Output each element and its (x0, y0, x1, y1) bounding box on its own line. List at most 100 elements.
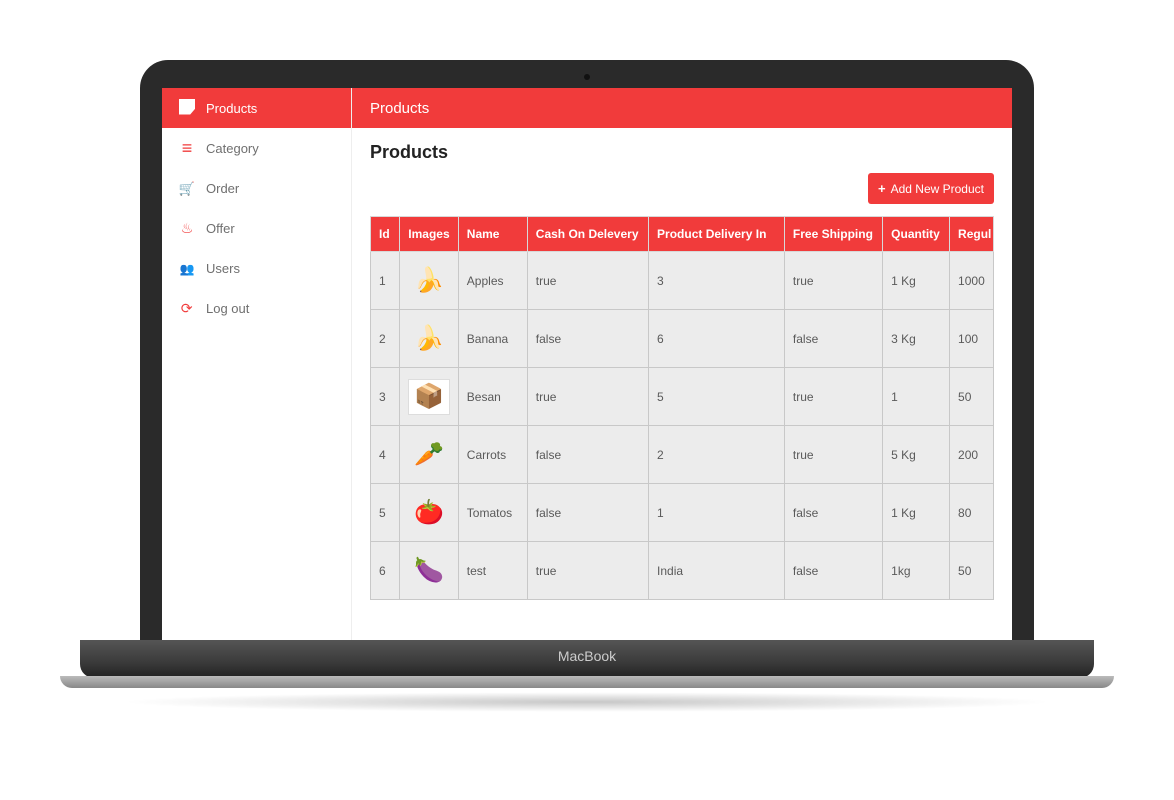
topbar-title: Products (370, 100, 429, 117)
add-product-button[interactable]: + Add New Product (868, 173, 994, 204)
menu-icon (174, 138, 200, 159)
sidebar-item-label: Category (206, 141, 259, 156)
cell-quantity: 1 (883, 368, 950, 426)
cell-cod: false (527, 426, 648, 484)
cell-regular: 50 (950, 368, 994, 426)
actions-bar: + Add New Product (370, 173, 994, 204)
col-header: Images (400, 217, 459, 252)
cell-name: Apples (458, 252, 527, 310)
cell-quantity: 5 Kg (883, 426, 950, 484)
camera-dot (584, 74, 590, 80)
cell-image: 🍌 (400, 252, 459, 310)
cell-delivery: 3 (649, 252, 785, 310)
cell-regular: 80 (950, 484, 994, 542)
cell-name: test (458, 542, 527, 600)
laptop-foot (60, 676, 1114, 688)
sidebar-item-offer[interactable]: Offer (162, 208, 351, 248)
sidebar-item-products[interactable]: Products (162, 88, 351, 128)
cell-id: 1 (371, 252, 400, 310)
cell-name: Tomatos (458, 484, 527, 542)
cell-cod: true (527, 368, 648, 426)
cell-image: 🥕 (400, 426, 459, 484)
sidebar: Products Category Order Offer Users Log out (162, 88, 352, 640)
cell-cod: false (527, 310, 648, 368)
sidebar-item-label: Offer (206, 221, 235, 236)
page-title: Products (370, 142, 994, 163)
table-row[interactable]: 5🍅Tomatosfalse1false1 Kg80 (371, 484, 994, 542)
cell-delivery: 6 (649, 310, 785, 368)
cell-name: Carrots (458, 426, 527, 484)
cart-icon (174, 180, 200, 197)
cell-regular: 50 (950, 542, 994, 600)
fire-icon (174, 220, 200, 237)
cell-image: 🍆 (400, 542, 459, 600)
sidebar-item-log-out[interactable]: Log out (162, 288, 351, 328)
sidebar-item-label: Products (206, 101, 257, 116)
cell-name: Banana (458, 310, 527, 368)
cell-cod: true (527, 252, 648, 310)
sidebar-item-label: Log out (206, 301, 249, 316)
table-row[interactable]: 1🍌Applestrue3true1 Kg1000 (371, 252, 994, 310)
product-image-carrot-icon: 🥕 (408, 437, 450, 473)
table-row[interactable]: 3📦Besantrue5true150 (371, 368, 994, 426)
main-area: Products Products + Add New Product IdIm… (352, 88, 1012, 640)
cell-cod: false (527, 484, 648, 542)
cell-id: 6 (371, 542, 400, 600)
product-image-banana-icon: 🍌 (408, 321, 450, 357)
cell-cod: true (527, 542, 648, 600)
sidebar-item-label: Users (206, 261, 240, 276)
cell-regular: 1000 (950, 252, 994, 310)
cell-regular: 200 (950, 426, 994, 484)
col-header: Regul (950, 217, 994, 252)
cell-id: 2 (371, 310, 400, 368)
col-header: Product Delivery In (649, 217, 785, 252)
cell-delivery: 1 (649, 484, 785, 542)
cell-id: 3 (371, 368, 400, 426)
cell-shipping: false (784, 542, 882, 600)
cell-image: 🍅 (400, 484, 459, 542)
cell-delivery: India (649, 542, 785, 600)
cell-shipping: false (784, 310, 882, 368)
sidebar-item-category[interactable]: Category (162, 128, 351, 168)
cell-shipping: true (784, 426, 882, 484)
cell-quantity: 3 Kg (883, 310, 950, 368)
table-header-row: IdImagesNameCash On DeleveryProduct Deli… (371, 217, 994, 252)
logout-icon (174, 300, 200, 317)
table-row[interactable]: 4🥕Carrotsfalse2true5 Kg200 (371, 426, 994, 484)
col-header: Free Shipping (784, 217, 882, 252)
cell-image: 🍌 (400, 310, 459, 368)
sidebar-item-label: Order (206, 181, 239, 196)
product-image-tomato-icon: 🍅 (408, 495, 450, 531)
cell-name: Besan (458, 368, 527, 426)
cell-quantity: 1 Kg (883, 252, 950, 310)
users-icon (174, 260, 200, 276)
cell-regular: 100 (950, 310, 994, 368)
cell-quantity: 1kg (883, 542, 950, 600)
products-table-wrap: IdImagesNameCash On DeleveryProduct Deli… (370, 216, 994, 600)
logo-icon (174, 99, 200, 118)
product-image-package-icon: 📦 (408, 379, 450, 415)
content: Products + Add New Product IdImagesNameC… (352, 128, 1012, 640)
sidebar-item-order[interactable]: Order (162, 168, 351, 208)
laptop-brand-label: MacBook (80, 640, 1094, 672)
col-header: Name (458, 217, 527, 252)
cell-image: 📦 (400, 368, 459, 426)
cell-shipping: true (784, 252, 882, 310)
col-header: Id (371, 217, 400, 252)
cell-id: 4 (371, 426, 400, 484)
table-row[interactable]: 2🍌Bananafalse6false3 Kg100 (371, 310, 994, 368)
product-image-eggplant-icon: 🍆 (408, 553, 450, 589)
cell-id: 5 (371, 484, 400, 542)
add-product-label: Add New Product (891, 182, 984, 196)
cell-shipping: true (784, 368, 882, 426)
laptop-base: MacBook (80, 640, 1094, 678)
product-image-banana-icon: 🍌 (408, 263, 450, 299)
products-table: IdImagesNameCash On DeleveryProduct Deli… (370, 216, 994, 600)
sidebar-item-users[interactable]: Users (162, 248, 351, 288)
cell-delivery: 2 (649, 426, 785, 484)
cell-delivery: 5 (649, 368, 785, 426)
table-row[interactable]: 6🍆testtrueIndiafalse1kg50 (371, 542, 994, 600)
laptop-frame: Products Category Order Offer Users Log out P… (140, 60, 1034, 640)
plus-icon: + (878, 181, 886, 196)
table-body: 1🍌Applestrue3true1 Kg10002🍌Bananafalse6f… (371, 252, 994, 600)
